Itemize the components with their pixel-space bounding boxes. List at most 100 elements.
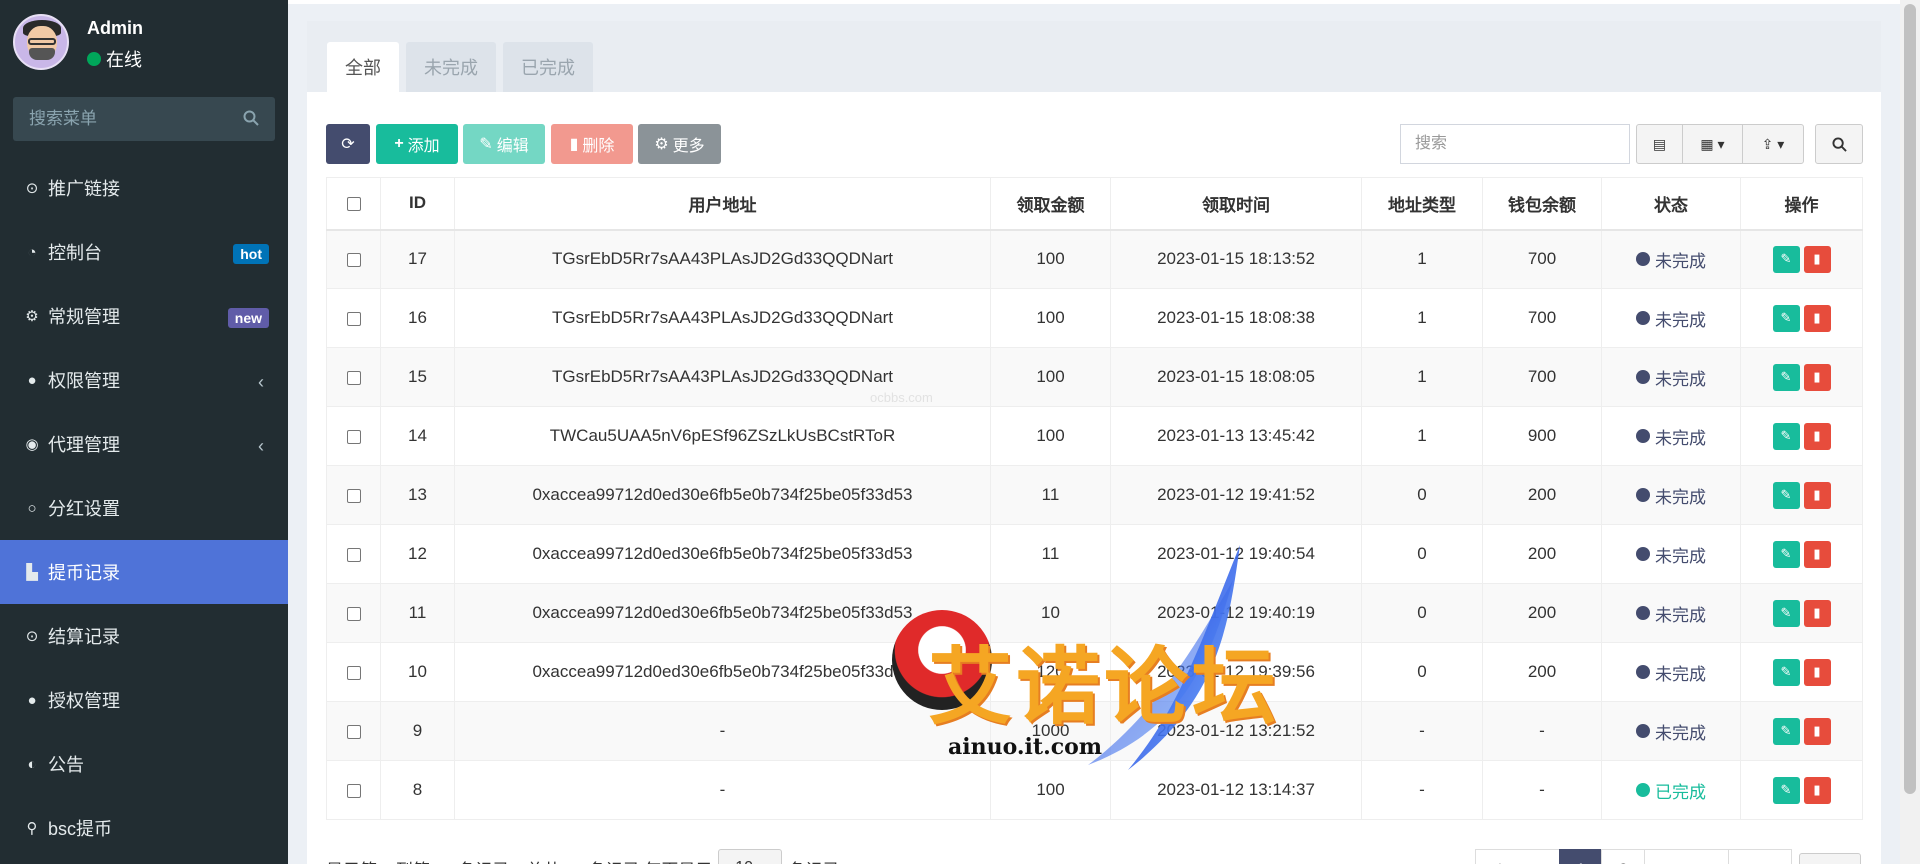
page-2-button[interactable]: 2 [1601,849,1645,864]
row-delete-button[interactable]: ▮ [1803,717,1831,745]
table-row[interactable]: 8-100 2023-01-12 13:14:37- - 已完成 ✎ ▮ [326,760,1863,820]
row-checkbox[interactable] [346,311,361,326]
row-checkbox[interactable] [346,665,361,680]
jump-button[interactable]: 跳转 [1799,853,1862,864]
prev-page-button[interactable]: 上一页 [1475,849,1560,864]
row-delete-button[interactable]: ▮ [1803,540,1831,568]
row-edit-button[interactable]: ✎ [1772,658,1800,686]
row-edit-button[interactable]: ✎ [1772,599,1800,627]
sidebar-item-10[interactable]: ⚲ bsc提币 [0,796,288,860]
row-edit-button[interactable]: ✎ [1772,540,1800,568]
row-checkbox[interactable] [346,724,361,739]
table-row[interactable]: 10 0xaccea99712d0ed30e6fb5e0b734f25be05f3… [326,642,1863,702]
cell-amount: 10 [990,583,1111,643]
edit-button[interactable]: ✎ 编辑 [463,124,545,164]
table-row[interactable]: 9-1000 2023-01-12 13:21:52- - 未完成 ✎ ▮ [326,701,1863,761]
search-icon[interactable] [243,110,259,126]
toggle-view-button[interactable]: ▤ [1637,125,1683,163]
row-delete-button[interactable]: ▮ [1803,304,1831,332]
tab-finished[interactable]: 已完成 [503,42,593,92]
row-delete-button[interactable]: ▮ [1803,599,1831,627]
row-edit-button[interactable]: ✎ [1772,245,1800,273]
row-delete-button[interactable]: ▮ [1803,245,1831,273]
sidebar-search-input[interactable] [13,97,275,141]
row-edit-button[interactable]: ✎ [1772,304,1800,332]
delete-button[interactable]: ▮ 删除 [551,124,633,164]
col-address[interactable]: 用户地址 [454,177,991,231]
page-size-select[interactable]: 10 ▴ [718,849,783,864]
page-scrollbar[interactable] [1900,0,1920,864]
add-button[interactable]: + 添加 [376,124,458,164]
sidebar-item-0[interactable]: ⊙ 推广链接 [0,156,288,220]
cell-actions: ✎ ▮ [1740,465,1863,525]
row-edit-button[interactable]: ✎ [1772,776,1800,804]
col-time[interactable]: 领取时间 [1110,177,1362,231]
row-checkbox[interactable] [346,547,361,562]
status-dot-icon [1636,665,1650,679]
status-badge: 未完成 [1636,365,1706,390]
sidebar-item-6[interactable]: ▙ 提币记录 [0,540,288,604]
row-checkbox[interactable] [346,370,361,385]
refresh-button[interactable]: ⟳ [326,124,370,164]
chevron-left-icon[interactable]: ‹ [258,436,264,457]
row-delete-button[interactable]: ▮ [1803,422,1831,450]
cell-amount: 1000 [990,701,1111,761]
export-button[interactable]: ⇪ ▾ [1743,125,1803,163]
row-checkbox[interactable] [346,783,361,798]
next-page-button[interactable]: 下一页 [1643,849,1729,864]
table-row[interactable]: 16 TGsrEbD5Rr7sAA43PLAsJD2Gd33QQDNart 100 2… [326,288,1863,348]
jump-page-input[interactable] [1728,849,1792,864]
table-row[interactable]: 12 0xaccea99712d0ed30e6fb5e0b734f25be05f3… [326,524,1863,584]
columns-button[interactable]: ▦ ▾ [1683,125,1743,163]
col-balance[interactable]: 钱包余额 [1482,177,1602,231]
cell-time: 2023-01-12 19:40:54 [1110,524,1362,584]
row-delete-button[interactable]: ▮ [1803,481,1831,509]
cell-amount: 100 [990,229,1111,289]
sidebar-item-label: 推广链接 [48,179,120,199]
row-edit-button[interactable]: ✎ [1772,422,1800,450]
table-row[interactable]: 14 TWCau5UAA5nV6pESf96ZSzLkUsBCstRToR 100 2… [326,406,1863,466]
row-checkbox[interactable] [346,606,361,621]
col-amount[interactable]: 领取金额 [990,177,1111,231]
sidebar-item-3[interactable]: ● 权限管理 ‹ [0,348,288,412]
sidebar-item-7[interactable]: ⊙ 结算记录 [0,604,288,668]
sidebar-item-2[interactable]: ⚙ 常规管理 new [0,284,288,348]
sidebar-item-4[interactable]: ◉ 代理管理 ‹ [0,412,288,476]
more-button[interactable]: ⚙ 更多 [638,124,721,164]
row-edit-button[interactable]: ✎ [1772,363,1800,391]
table-row[interactable]: 11 0xaccea99712d0ed30e6fb5e0b734f25be05f3… [326,583,1863,643]
cell-type: 0 [1361,642,1483,702]
row-checkbox[interactable] [346,488,361,503]
row-delete-button[interactable]: ▮ [1803,776,1831,804]
chevron-left-icon[interactable]: ‹ [258,372,264,393]
select-all-checkbox[interactable] [346,196,361,211]
col-status[interactable]: 状态 [1601,177,1741,231]
sidebar-item-8[interactable]: ● 授权管理 [0,668,288,732]
cell-amount: 120 [990,642,1111,702]
avatar[interactable] [13,14,69,70]
table-row[interactable]: 15 TGsrEbD5Rr7sAA43PLAsJD2Gd33QQDNart 100 2… [326,347,1863,407]
col-type[interactable]: 地址类型 [1361,177,1483,231]
table-row[interactable]: 13 0xaccea99712d0ed30e6fb5e0b734f25be05f3… [326,465,1863,525]
tab-unfinished[interactable]: 未完成 [406,42,496,92]
sidebar-item-5[interactable]: ○ 分红设置 [0,476,288,540]
bar-chart-icon: ▙ [26,564,38,581]
sidebar-item-9[interactable]: ◐ 公告 [0,732,288,796]
page-1-button[interactable]: 1 [1559,849,1603,864]
row-edit-button[interactable]: ✎ [1772,717,1800,745]
row-delete-button[interactable]: ▮ [1803,658,1831,686]
tab-all[interactable]: 全部 [327,42,399,92]
common-search-button[interactable] [1816,125,1862,163]
sidebar-item-1[interactable]: ◔ 控制台 hot [0,220,288,284]
row-checkbox[interactable] [346,429,361,444]
row-edit-button[interactable]: ✎ [1772,481,1800,509]
status-dot-icon [1636,547,1650,561]
row-checkbox[interactable] [346,252,361,267]
col-id[interactable]: ID [380,177,455,231]
status-badge: 未完成 [1636,306,1706,331]
table-row[interactable]: 17 TGsrEbD5Rr7sAA43PLAsJD2Gd33QQDNart 100 2… [326,229,1863,289]
sidebar-item-label: 公告 [48,755,84,775]
scrollbar-thumb[interactable] [1904,4,1916,794]
table-search-input[interactable] [1401,125,1629,163]
row-delete-button[interactable]: ▮ [1803,363,1831,391]
